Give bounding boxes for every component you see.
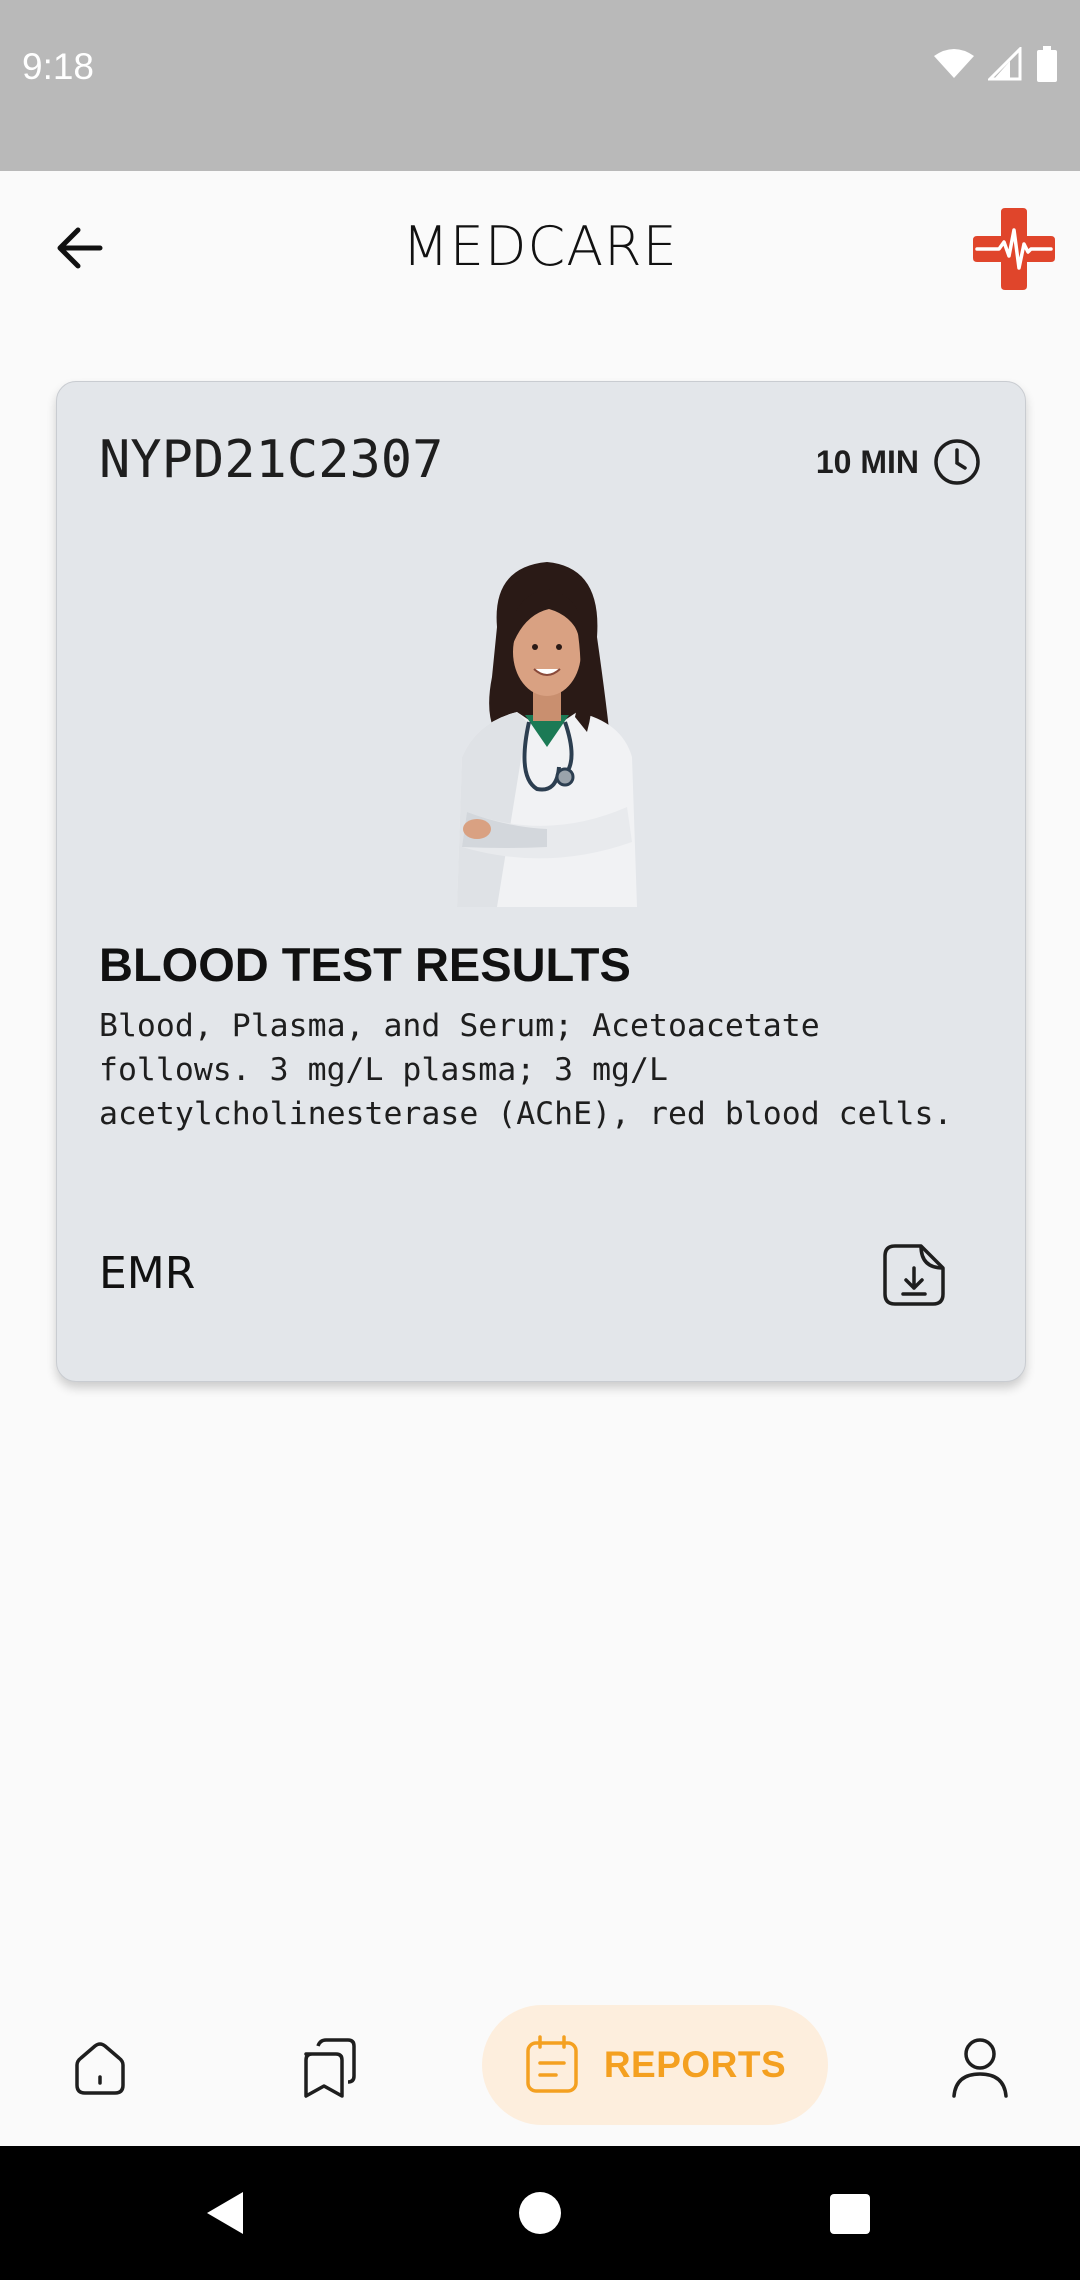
- medical-cross-heartbeat-icon: [973, 208, 1055, 290]
- back-triangle-icon[interactable]: [205, 2190, 245, 2236]
- profile-icon: [952, 2038, 1008, 2098]
- cellular-signal-icon: [988, 47, 1022, 81]
- report-title: BLOOD TEST RESULTS: [99, 938, 631, 991]
- report-description: Blood, Plasma, and Serum; Acetoacetate f…: [99, 1008, 953, 1132]
- download-document-icon: [883, 1244, 945, 1306]
- battery-icon: [1037, 46, 1057, 82]
- nav-home[interactable]: [60, 1990, 140, 2146]
- nav-profile[interactable]: [940, 1990, 1020, 2146]
- bottom-nav: REPORTS: [0, 1990, 1080, 2146]
- recents-square-icon[interactable]: [829, 2193, 871, 2235]
- duration-badge: 10 MIN: [816, 438, 981, 486]
- report-icon: [526, 2035, 578, 2093]
- report-type-label: EMR: [99, 1248, 196, 1299]
- doctor-image: [437, 557, 657, 907]
- home-circle-icon[interactable]: [518, 2191, 562, 2235]
- nav-reports[interactable]: REPORTS: [482, 2005, 828, 2125]
- report-card[interactable]: NYPD21C2307 10 MIN BLOOD TEST RESULTS Bl…: [56, 381, 1026, 1382]
- system-nav-bar: [0, 2146, 1080, 2280]
- app-logo[interactable]: [973, 208, 1055, 290]
- cards-icon: [304, 2038, 356, 2098]
- duration-text: 10 MIN: [815, 443, 919, 480]
- status-icons: [934, 46, 1058, 82]
- app-title: MEDCARE: [402, 215, 678, 278]
- wifi-icon: [934, 49, 974, 78]
- app-bar: MEDCARE: [0, 171, 1080, 326]
- report-id: NYPD21C2307: [99, 430, 444, 490]
- nav-reports-label: REPORTS: [603, 2044, 787, 2085]
- status-bar: 9:18: [0, 0, 1080, 171]
- download-report-button[interactable]: [881, 1242, 947, 1308]
- status-time: 9:18: [22, 46, 95, 87]
- clock-icon: [934, 439, 980, 485]
- home-icon: [75, 2042, 125, 2095]
- nav-cards[interactable]: [288, 1990, 368, 2146]
